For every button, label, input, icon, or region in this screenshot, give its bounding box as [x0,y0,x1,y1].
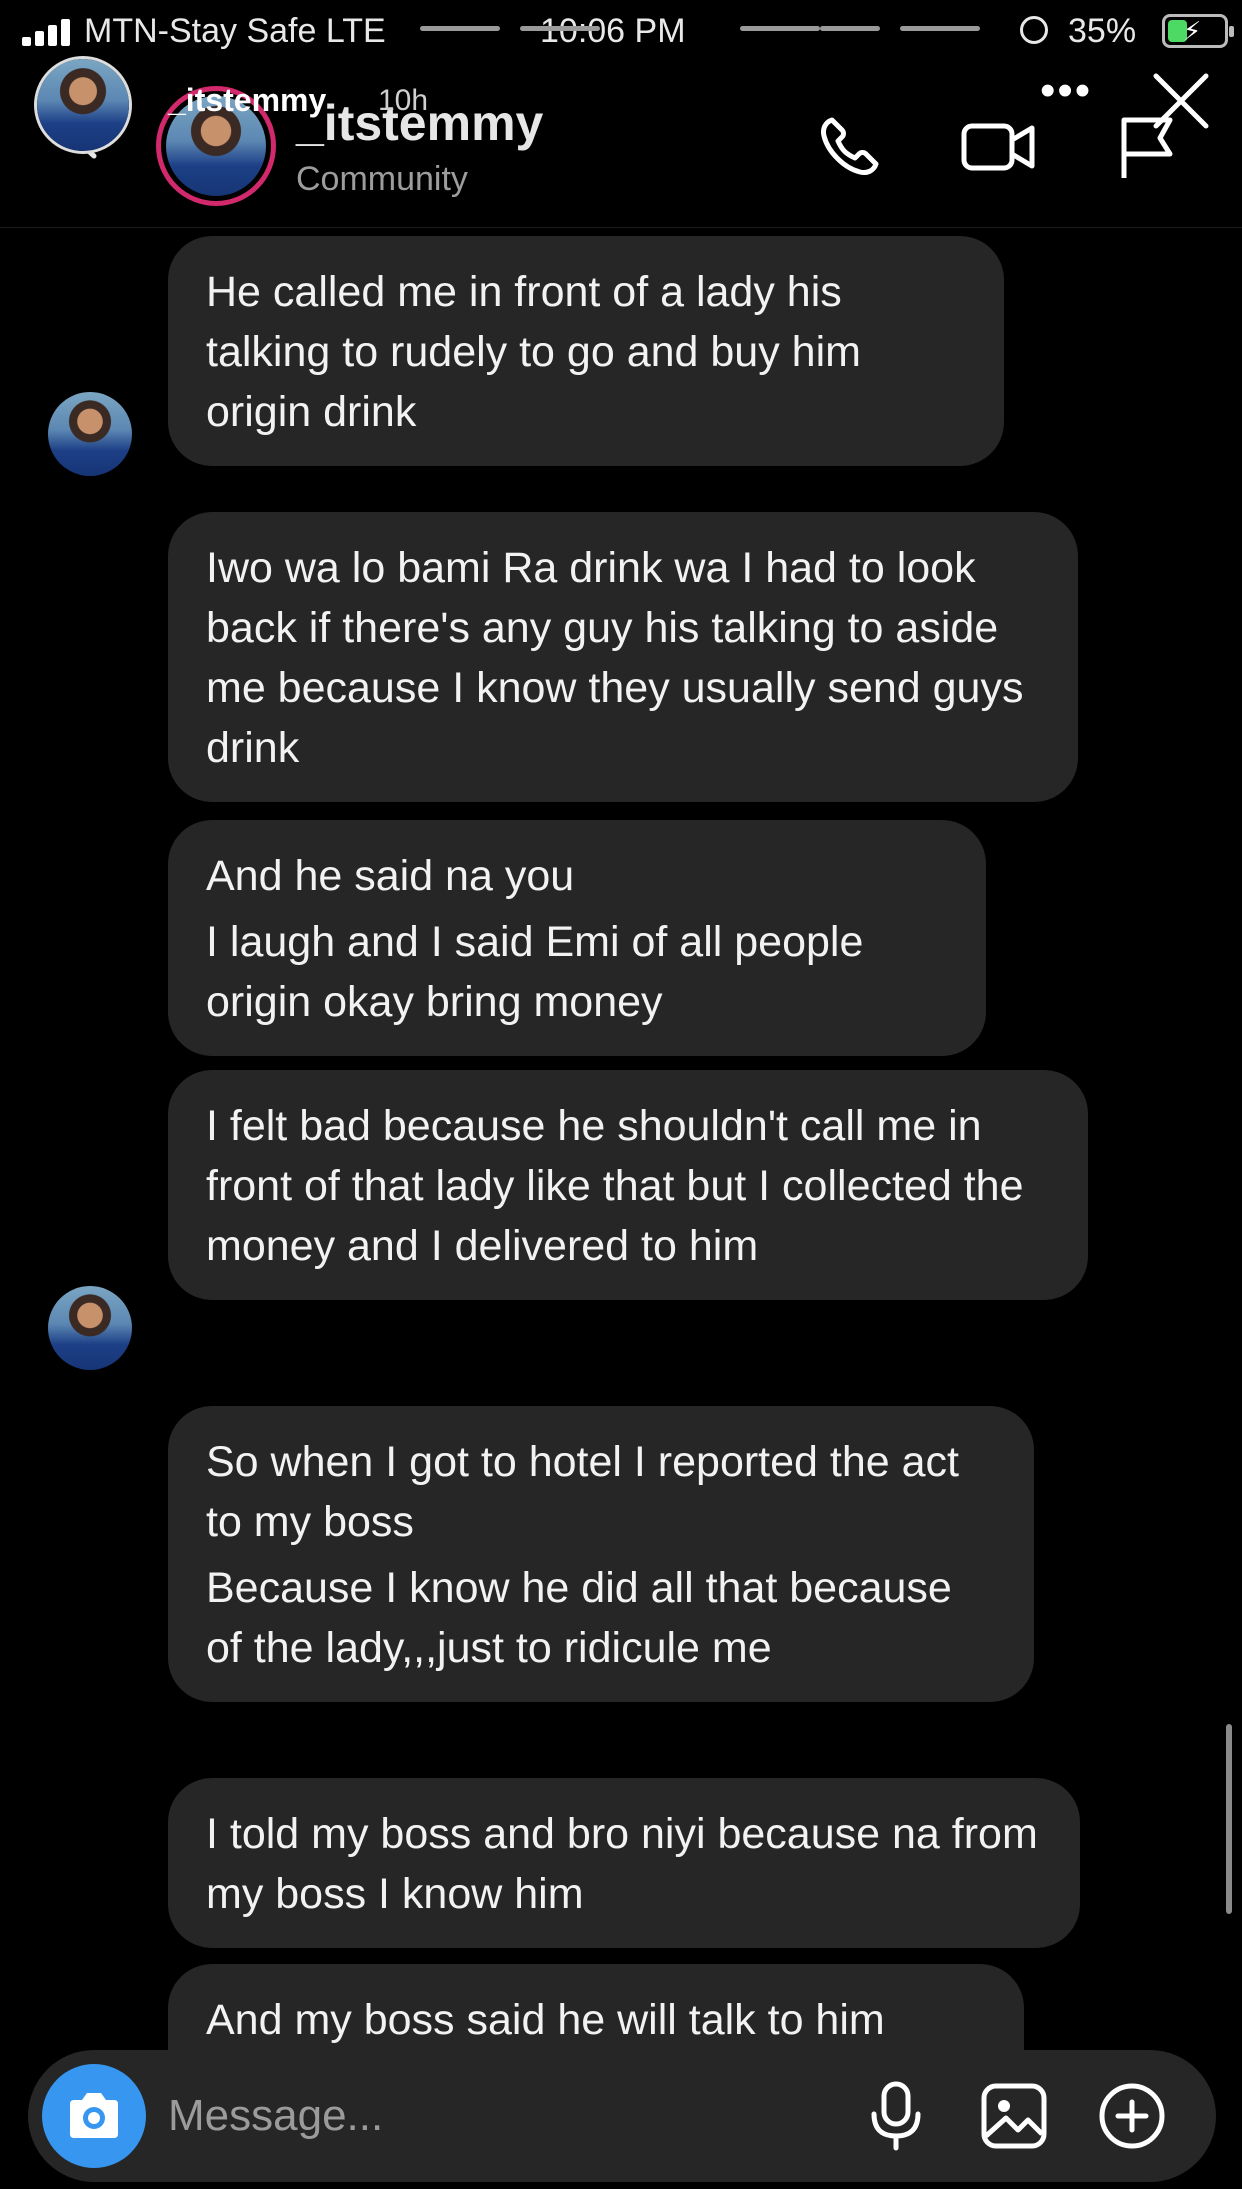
story-age: 10h [378,84,429,117]
video-camera-icon[interactable] [958,106,1038,186]
chat-contact-subtitle: Community [296,160,468,198]
signal-icon [22,18,74,46]
message-text: I laugh and I said Emi of all people ori… [206,918,864,1026]
message-bubble[interactable]: He called me in front of a lady his talk… [168,236,1004,466]
message-text: And my boss said he will talk to him [206,1996,885,2044]
story-avatar[interactable] [34,56,132,154]
orientation-lock-icon [1020,16,1048,44]
close-icon[interactable] [1150,70,1212,132]
camera-button[interactable] [42,2064,146,2168]
avatar-image [48,1286,132,1370]
message-bubble[interactable]: So when I got to hotel I reported the ac… [168,1406,1034,1702]
message-text: And he said na you [206,852,575,900]
phone-icon[interactable] [810,106,890,186]
camera-icon [70,2093,118,2138]
story-progress-segment [420,26,500,31]
sender-avatar[interactable] [48,1286,132,1370]
more-horizontal-icon[interactable]: ••• [1040,69,1092,113]
message-text: Because I know he did all that because o… [206,1564,952,1672]
story-progress-segment [820,26,880,31]
message-text: Iwo wa lo bami Ra drink wa I had to look… [206,544,1024,772]
message-bubble[interactable]: And my boss said he will talk to him [168,1964,1024,2054]
image-icon[interactable] [974,2076,1054,2156]
message-text: So when I got to hotel I reported the ac… [206,1438,959,1546]
story-progress-segment [520,26,600,31]
story-username[interactable]: _itstemmy [168,82,326,119]
message-composer [28,2050,1216,2182]
microphone-icon[interactable] [856,2076,936,2156]
story-progress-segment [740,26,820,31]
message-bubble[interactable]: And he said na you I laugh and I said Em… [168,820,986,1056]
carrier-label: MTN-Stay Safe LTE [84,12,386,50]
battery-percent: 35% [1068,12,1137,50]
story-avatar-image [37,59,129,151]
battery-icon: ⚡ [1162,14,1234,48]
message-text: He called me in front of a lady his talk… [206,268,861,436]
status-bar: MTN-Stay Safe LTE 10:06 PM 35% ⚡ [0,0,1242,60]
status-time: 10:06 PM [540,12,686,50]
message-input[interactable] [168,2086,868,2146]
charging-bolt-icon: ⚡ [1183,16,1202,46]
story-progress-segment [900,26,980,31]
avatar-image [48,392,132,476]
sender-avatar[interactable] [48,392,132,476]
message-text: I felt bad because he shouldn't call me … [206,1102,1024,1270]
message-text: I told my boss and bro niyi because na f… [206,1810,1038,1918]
add-circle-icon[interactable] [1092,2076,1172,2156]
message-bubble[interactable]: Iwo wa lo bami Ra drink wa I had to look… [168,512,1078,802]
message-bubble[interactable]: I told my boss and bro niyi because na f… [168,1778,1080,1948]
scrollbar[interactable] [1226,1724,1232,1914]
message-bubble[interactable]: I felt bad because he shouldn't call me … [168,1070,1088,1300]
